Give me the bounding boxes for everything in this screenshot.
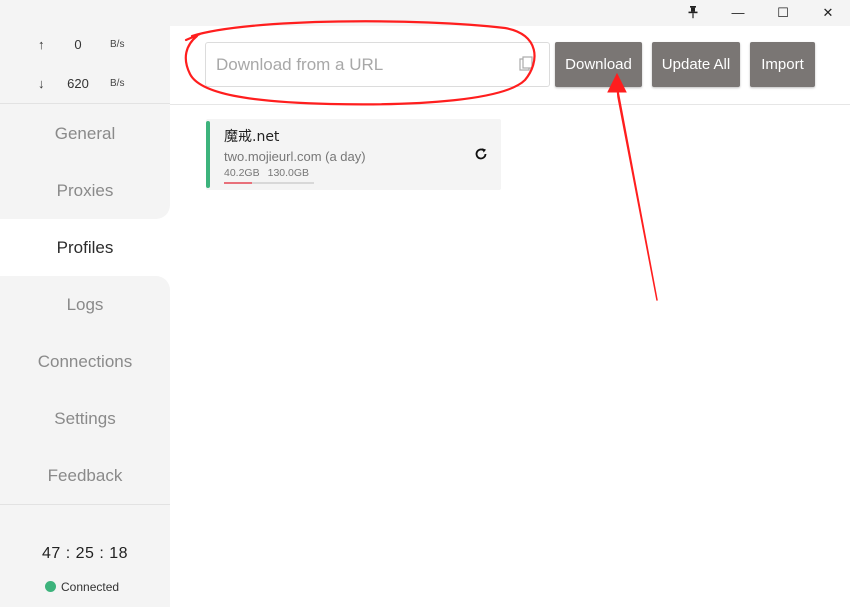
usage-total: 130.0GB: [267, 167, 310, 179]
sidebar-item-settings[interactable]: Settings: [0, 390, 170, 447]
usage-used: 40.2GB: [224, 167, 260, 179]
connection-status: Connected: [45, 580, 119, 594]
download-value: 620: [67, 76, 89, 91]
download-unit: B/s: [110, 78, 125, 89]
sidebar: ↑ 0 B/s ↓ 620 B/s General Proxies Profil…: [0, 0, 170, 607]
traffic-monitor: ↑ 0 B/s ↓ 620 B/s: [0, 26, 170, 104]
sidebar-nav: General Proxies Profiles Logs Connection…: [0, 105, 170, 504]
status-label: Connected: [61, 580, 120, 594]
update-all-button[interactable]: Update All: [652, 42, 740, 87]
download-speed: ↓ 620 B/s: [0, 75, 170, 95]
close-button[interactable]: ✕: [808, 0, 848, 26]
title-bar: — ☐ ✕: [170, 0, 850, 26]
minimize-button[interactable]: —: [718, 0, 758, 26]
profile-card[interactable]: 魔戒.net two.mojieurl.com (a day) 40.2GB 13…: [206, 119, 501, 190]
pin-icon: [688, 6, 698, 19]
sidebar-item-feedback[interactable]: Feedback: [0, 447, 170, 504]
upload-arrow-icon: ↑: [38, 37, 45, 52]
annotation-arrow: [616, 85, 658, 301]
upload-value: 0: [74, 37, 82, 52]
profile-usage: 40.2GB 130.0GB: [224, 167, 309, 179]
sidebar-item-general[interactable]: General: [0, 105, 170, 162]
sidebar-item-proxies[interactable]: Proxies: [0, 162, 170, 219]
profiles-toolbar: Download Update All Import: [170, 26, 850, 105]
url-input[interactable]: [205, 42, 550, 87]
refresh-icon[interactable]: [474, 147, 488, 161]
upload-speed: ↑ 0 B/s: [0, 36, 170, 56]
pin-button[interactable]: [673, 0, 713, 26]
download-button[interactable]: Download: [555, 42, 642, 87]
maximize-button[interactable]: ☐: [763, 0, 803, 26]
upload-unit: B/s: [110, 39, 125, 50]
usage-bar-fill: [224, 182, 252, 184]
sidebar-item-logs[interactable]: Logs: [0, 276, 170, 333]
usage-bar: [224, 182, 314, 184]
profile-url: two.mojieurl.com (a day): [224, 149, 366, 164]
download-arrow-icon: ↓: [38, 76, 45, 91]
sidebar-item-connections[interactable]: Connections: [0, 333, 170, 390]
status-dot-icon: [45, 581, 56, 592]
uptime-clock: 47 : 25 : 18: [41, 545, 129, 562]
active-profile-indicator: [206, 121, 210, 188]
sidebar-footer: 47 : 25 : 18 Connected: [0, 504, 170, 607]
import-button[interactable]: Import: [750, 42, 815, 87]
sidebar-item-profiles[interactable]: Profiles: [0, 219, 170, 276]
paste-icon[interactable]: [518, 56, 534, 72]
profile-name: 魔戒.net: [224, 129, 280, 145]
